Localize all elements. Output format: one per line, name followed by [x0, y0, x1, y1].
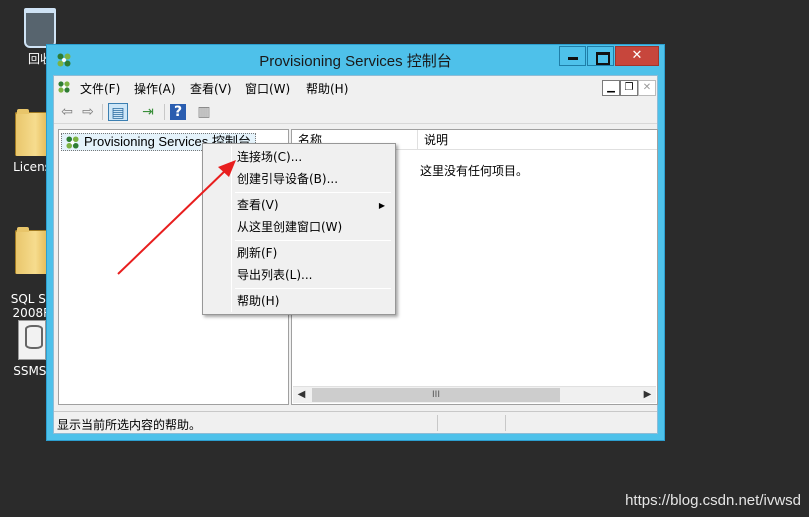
show-hide-tree-button[interactable]: ▤ [108, 103, 128, 121]
menu-action[interactable]: 操作(A) [134, 80, 176, 97]
citrix-logo-icon [58, 81, 70, 93]
menu-bar: 文件(F) 操作(A) 查看(V) 窗口(W) 帮助(H) ▁ ❐ ✕ [54, 76, 657, 98]
menu-item-create-boot-device[interactable]: 创建引导设备(B)... [237, 170, 338, 188]
menu-separator [235, 288, 391, 289]
close-button[interactable] [615, 46, 659, 66]
status-separator [505, 415, 506, 431]
maximize-button[interactable] [587, 46, 614, 66]
folder-icon [15, 109, 49, 156]
forward-button[interactable]: ⇨ [78, 103, 98, 121]
help-button[interactable]: ? [170, 104, 186, 120]
minimize-icon: ▁ [607, 82, 615, 93]
menu-separator [235, 192, 391, 193]
mdi-restore-button[interactable]: ❐ [620, 80, 638, 96]
empty-list-message: 这里没有任何项目。 [420, 164, 529, 178]
menu-item-new-window-from-here[interactable]: 从这里创建窗口(W) [237, 218, 342, 236]
show-hide-action-pane-button[interactable]: ▥ [194, 103, 214, 121]
status-bar: 显示当前所选内容的帮助。 [54, 411, 657, 433]
menu-item-export-list[interactable]: 导出列表(L)... [237, 266, 313, 284]
menu-view[interactable]: 查看(V) [190, 80, 232, 97]
watermark: https://blog.csdn.net/ivwsd [625, 492, 801, 509]
action-pane-icon: ▥ [197, 104, 211, 120]
minimize-button[interactable] [559, 46, 586, 66]
restore-icon: ❐ [624, 82, 634, 93]
menu-item-help[interactable]: 帮助(H) [237, 292, 279, 310]
menu-window[interactable]: 窗口(W) [245, 80, 290, 97]
close-icon: ✕ [642, 82, 652, 93]
scroll-thumb[interactable]: III [312, 388, 560, 402]
mdi-minimize-button[interactable]: ▁ [602, 80, 620, 96]
menu-item-view[interactable]: 查看(V) [237, 196, 279, 214]
maximize-icon [588, 47, 613, 65]
citrix-logo-icon [66, 136, 79, 149]
menu-separator [235, 240, 391, 241]
arrow-left-icon: ⇦ [61, 104, 73, 120]
menu-help[interactable]: 帮助(H) [306, 80, 348, 97]
arrow-right-icon: ⇨ [82, 104, 94, 120]
menu-gutter [231, 146, 232, 312]
toolbar-separator [164, 104, 165, 120]
ssms-icon [18, 320, 46, 360]
menu-file[interactable]: 文件(F) [80, 80, 120, 97]
context-menu: 连接场(C)... 创建引导设备(B)... 查看(V) ▶ 从这里创建窗口(W… [202, 143, 396, 315]
menu-item-connect-farm[interactable]: 连接场(C)... [237, 148, 302, 166]
export-list-button[interactable]: ⇥ [138, 103, 158, 121]
toolbar: ⇦ ⇨ ▤ ⇥ ? ▥ [54, 100, 657, 124]
submenu-arrow-icon: ▶ [378, 201, 385, 210]
scroll-right-icon[interactable]: ▶ [639, 387, 656, 403]
menu-item-refresh[interactable]: 刷新(F) [237, 244, 277, 262]
status-separator [437, 415, 438, 431]
help-icon: ? [173, 104, 183, 120]
status-text: 显示当前所选内容的帮助。 [57, 418, 202, 432]
recycle-bin-icon [24, 8, 56, 48]
minimize-icon [560, 47, 585, 65]
close-icon [616, 47, 658, 65]
scroll-left-icon[interactable]: ◀ [293, 387, 310, 403]
mdi-close-button[interactable]: ✕ [638, 80, 656, 96]
horizontal-scrollbar[interactable]: ◀ III ▶ [293, 386, 656, 403]
column-header-description[interactable]: 说明 [418, 130, 657, 150]
export-icon: ⇥ [142, 104, 154, 120]
title-bar[interactable]: Provisioning Services 控制台 [47, 45, 664, 75]
console-tree-icon: ▤ [111, 105, 125, 121]
folder-icon [15, 227, 49, 274]
back-button[interactable]: ⇦ [57, 103, 77, 121]
toolbar-separator [102, 104, 103, 120]
